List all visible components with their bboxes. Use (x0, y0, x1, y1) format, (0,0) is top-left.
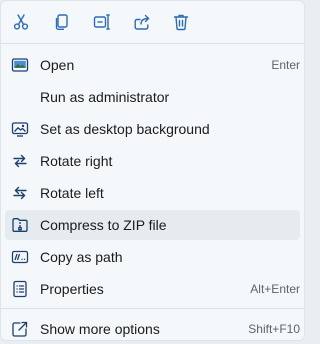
rotate-right-icon (11, 152, 29, 170)
toolbar-divider (1, 43, 304, 44)
menu-item-label: Open (40, 57, 75, 73)
quick-actions-toolbar (1, 1, 304, 43)
menu-item-open[interactable]: Open Enter (5, 50, 300, 80)
menu-item-label: Run as administrator (40, 89, 170, 105)
cut-icon (12, 13, 30, 31)
more-options-icon (11, 320, 29, 338)
menu-item-label: Show more options (40, 321, 160, 337)
menu-item-run-as-administrator[interactable]: Run as administrator (5, 82, 300, 112)
menu-item-label: Rotate left (40, 185, 104, 201)
delete-button[interactable] (166, 7, 196, 37)
menu-item-rotate-right[interactable]: Rotate right (5, 146, 300, 176)
menu-item-label: Copy as path (40, 249, 123, 265)
properties-icon (11, 280, 29, 298)
copy-icon (53, 13, 71, 31)
rotate-left-icon (11, 184, 29, 202)
context-menu: Open Enter Run as administrator Set as d… (0, 0, 305, 341)
copy-button[interactable] (47, 7, 77, 37)
rename-button[interactable] (87, 7, 117, 37)
menu-item-label: Set as desktop background (40, 121, 210, 137)
menu-item-show-more-options[interactable]: Show more options Shift+F10 (5, 314, 300, 344)
rename-icon (93, 13, 111, 31)
menu-item-label: Compress to ZIP file (40, 217, 167, 233)
copy-path-icon (11, 248, 29, 266)
share-icon (133, 13, 151, 31)
menu-item-shortcut: Alt+Enter (250, 282, 300, 296)
delete-icon (172, 13, 190, 31)
open-icon (11, 56, 29, 74)
share-button[interactable] (127, 7, 157, 37)
menu-item-shortcut: Enter (271, 58, 300, 72)
menu-divider (1, 308, 304, 309)
menu-item-copy-as-path[interactable]: Copy as path (5, 242, 300, 272)
desktop-background-icon (11, 120, 29, 138)
cut-button[interactable] (6, 7, 36, 37)
menu-item-properties[interactable]: Properties Alt+Enter (5, 274, 300, 304)
menu-item-set-as-desktop-background[interactable]: Set as desktop background (5, 114, 300, 144)
menu-item-rotate-left[interactable]: Rotate left (5, 178, 300, 208)
menu-item-shortcut: Shift+F10 (248, 322, 300, 336)
menu-item-label: Properties (40, 281, 104, 297)
menu-item-label: Rotate right (40, 153, 113, 169)
menu-item-compress-to-zip[interactable]: Compress to ZIP file (5, 210, 300, 240)
zip-icon (11, 216, 29, 234)
